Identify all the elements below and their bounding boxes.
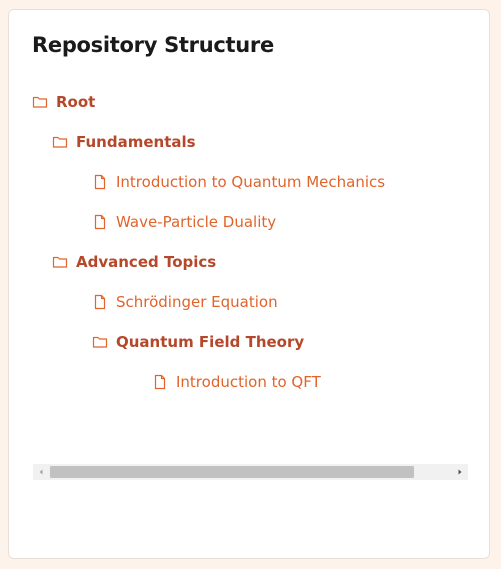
tree-item-advanced-topics[interactable]: Advanced Topics (52, 251, 216, 273)
tree-item-intro-quantum-mechanics[interactable]: Introduction to Quantum Mechanics (92, 171, 385, 193)
tree-item-root[interactable]: Root (32, 91, 95, 113)
file-icon (152, 374, 168, 390)
horizontal-scrollbar[interactable] (33, 464, 468, 480)
tree-item-intro-qft[interactable]: Introduction to QFT (152, 371, 321, 393)
tree-item-label: Introduction to QFT (176, 373, 321, 391)
scroll-right-arrow-icon[interactable] (452, 464, 468, 480)
file-icon (92, 294, 108, 310)
tree-item-label: Introduction to Quantum Mechanics (116, 173, 386, 191)
tree-item-label: Wave-Particle Duality (116, 213, 277, 231)
folder-icon (32, 94, 48, 110)
tree-item-wave-particle-duality[interactable]: Wave-Particle Duality (92, 211, 276, 233)
folder-icon (52, 254, 68, 270)
tree-item-label: Advanced Topics (76, 253, 217, 271)
panel-title: Repository Structure (32, 33, 274, 57)
tree-item-fundamentals[interactable]: Fundamentals (52, 131, 196, 153)
tree-item-schrodinger-equation[interactable]: Schrödinger Equation (92, 291, 278, 313)
tree-item-quantum-field-theory[interactable]: Quantum Field Theory (92, 331, 304, 353)
folder-icon (52, 134, 68, 150)
scrollbar-thumb[interactable] (50, 466, 414, 478)
file-icon (92, 214, 108, 230)
file-icon (92, 174, 108, 190)
folder-icon (92, 334, 108, 350)
tree-item-label: Fundamentals (76, 133, 196, 151)
tree-item-label: Root (56, 93, 96, 111)
repository-panel: Repository Structure Root Fundamentals I… (8, 9, 490, 559)
scroll-left-arrow-icon[interactable] (33, 464, 49, 480)
tree-item-label: Quantum Field Theory (116, 333, 305, 351)
tree-item-label: Schrödinger Equation (116, 293, 278, 311)
